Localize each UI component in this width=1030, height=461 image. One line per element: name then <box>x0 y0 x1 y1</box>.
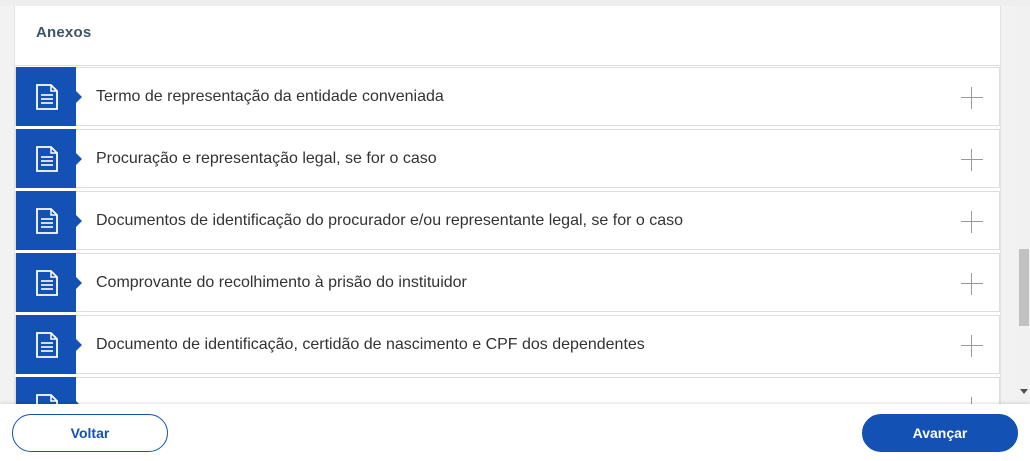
attachment-label: Documentos de identificação do procurado… <box>96 212 684 229</box>
attachment-tab <box>16 377 82 404</box>
document-icon <box>36 332 58 358</box>
attachments-list: Termo de representação da entidade conve… <box>15 67 1000 404</box>
document-icon <box>36 146 58 172</box>
document-icon <box>36 84 58 110</box>
attachment-label: Procuração e representação legal, se for… <box>96 150 437 167</box>
attachment-tab <box>16 315 82 374</box>
plus-icon[interactable] <box>961 397 983 404</box>
attachment-tab <box>16 191 82 250</box>
attachment-tab <box>16 253 82 312</box>
attachment-label: Termo de representação da entidade conve… <box>96 88 444 105</box>
attachment-item[interactable]: Procuração e representação legal, se for… <box>15 129 1000 188</box>
next-button[interactable]: Avançar <box>862 414 1018 452</box>
document-icon <box>36 208 58 234</box>
plus-icon[interactable] <box>961 211 983 233</box>
divider <box>15 65 1000 66</box>
document-icon <box>36 270 58 296</box>
panel-title: Anexos <box>36 24 92 41</box>
plus-icon[interactable] <box>961 149 983 171</box>
plus-icon[interactable] <box>961 335 983 357</box>
attachment-item[interactable]: Documento de identificação, certidão de … <box>15 315 1000 374</box>
footer-bar: Voltar Avançar <box>0 404 1030 461</box>
attachment-item[interactable]: Comprovante do recolhimento à prisão do … <box>15 253 1000 312</box>
scrollbar-thumb[interactable] <box>1019 249 1029 326</box>
attachment-label: Documento de identificação, certidão de … <box>96 336 645 353</box>
scroll-down-arrow-icon[interactable] <box>1020 389 1028 394</box>
attachment-label: Comprovante do recolhimento à prisão do … <box>96 274 467 291</box>
attachment-tab <box>16 129 82 188</box>
attachment-tab <box>16 67 82 126</box>
attachments-panel: Anexos Termo de representação da entidad… <box>14 6 1001 404</box>
attachment-item[interactable] <box>15 377 1000 404</box>
plus-icon[interactable] <box>961 87 983 109</box>
document-icon <box>36 394 58 404</box>
attachment-item[interactable]: Documentos de identificação do procurado… <box>15 191 1000 250</box>
back-button[interactable]: Voltar <box>12 414 168 452</box>
scrollbar-track[interactable] <box>1017 6 1030 404</box>
attachment-item[interactable]: Termo de representação da entidade conve… <box>15 67 1000 126</box>
plus-icon[interactable] <box>961 273 983 295</box>
